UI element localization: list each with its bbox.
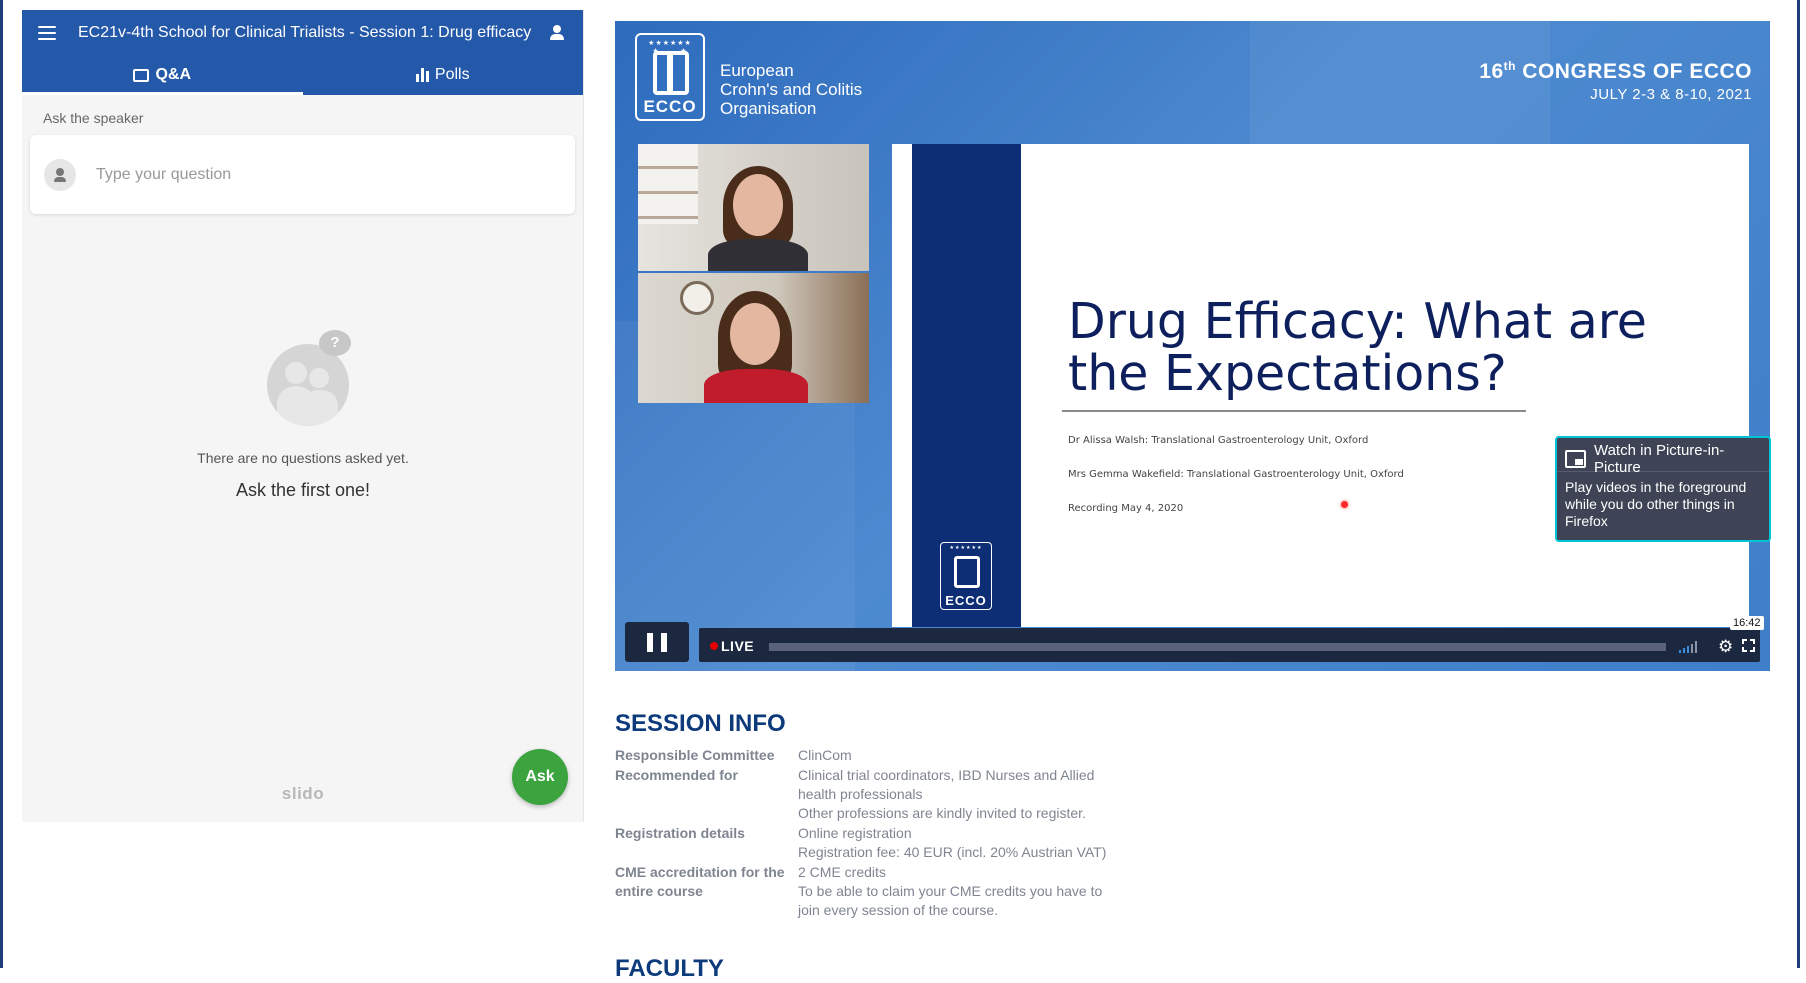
info-label: Recommended for [615,767,738,783]
info-value: To be able to claim your CME credits you… [798,883,1103,918]
tab-polls-label: Polls [434,66,470,83]
volume-icon[interactable] [1679,641,1697,653]
pip-description: Play videos in the foreground while you … [1565,479,1747,529]
slide-divider [1062,410,1526,412]
faculty-heading: FACULTY [615,955,724,982]
slido-title-row: EC21v-4th School for Clinical Trialists … [22,10,583,55]
info-row: Registration details Online registration… [615,824,1108,862]
page-left-border [0,0,3,968]
info-label: CME accreditation for the entire course [615,864,785,899]
slido-panel: EC21v-4th School for Clinical Trialists … [22,10,584,822]
picture-in-picture-icon [1565,449,1586,468]
player-controls: LIVE 16:42 ⚙ [615,616,1770,671]
time-tooltip: 16:42 [1730,616,1764,630]
live-label: LIVE [721,638,755,654]
control-bar: LIVE 16:42 ⚙ [699,616,1764,662]
empty-state-text: There are no questions asked yet. [197,450,409,466]
empty-state-cta: Ask the first one! [235,480,371,500]
organisation-name: European Crohn's and Colitis Organisatio… [720,61,863,118]
event-title: EC21v-4th School for Clinical Trialists … [78,23,532,41]
question-bubble-icon: ? [319,330,351,356]
pip-title: Watch in Picture-in-Picture [1593,441,1725,476]
info-label: Registration details [615,825,745,841]
info-value: 2 CME credits [798,864,886,880]
progress-bar[interactable] [769,643,1666,651]
settings-gear-icon[interactable]: ⚙ [1718,637,1733,657]
info-row: CME accreditation for the entire course … [615,863,1108,920]
speaker-camera-1 [638,144,869,271]
info-value: Clinical trial coordinators, IBD Nurses … [798,767,1095,802]
congress-title: 16th CONGRESS OF ECCO [1479,59,1752,83]
slide-author-2: Mrs Gemma Wakefield: Translational Gastr… [1068,469,1404,480]
laser-pointer [1341,501,1348,508]
slide-ecco-logo: ★★★★★★ ECCO [940,542,992,610]
slido-tabs: Q&A Polls [22,55,583,95]
slide-title: Drug Efficacy: What are the Expectations… [1068,293,1647,402]
info-row: Responsible Committee ClinCom [615,746,1108,765]
pip-header: Watch in Picture-in-Picture [1557,438,1769,476]
chat-bubbles-icon [133,68,150,82]
slido-logo: slido [281,784,325,803]
info-value: Other professions are kindly invited to … [798,805,1086,821]
info-value: Online registration [798,825,912,841]
avatar-icon [44,158,76,191]
info-value: ClinCom [798,747,852,763]
info-label: Responsible Committee [615,747,775,763]
question-input[interactable] [96,165,561,184]
no-questions-illustration-icon: ? [263,330,363,430]
speaker-camera-2 [638,273,869,403]
profile-icon[interactable] [547,23,567,43]
ask-the-speaker-label: Ask the speaker [43,110,144,126]
slide-recording-date: Recording May 4, 2020 [1068,503,1184,514]
slide-author-1: Dr Alissa Walsh: Translational Gastroent… [1068,435,1369,446]
presentation-slide: ★★★★★★ ECCO Drug Efficacy: What are the … [892,144,1749,627]
page-right-margin [1800,0,1806,968]
congress-info: 16th CONGRESS OF ECCO JULY 2-3 & 8-10, 2… [1479,59,1752,103]
live-indicator-icon [710,642,718,650]
question-card[interactable] [30,135,575,214]
pause-button[interactable] [625,622,689,662]
menu-icon[interactable] [38,25,56,40]
info-row: Recommended for Clinical trial coordinat… [615,766,1108,823]
clock-icon [680,281,714,315]
ecco-logo: ★★★★★★ ★ ★ ECCO [635,33,705,121]
tab-polls[interactable]: Polls [303,55,584,95]
congress-dates: JULY 2-3 & 8-10, 2021 [1590,86,1752,103]
fullscreen-icon[interactable] [1742,639,1755,652]
ask-button[interactable]: Ask [512,749,568,805]
slido-header: EC21v-4th School for Clinical Trialists … [22,10,583,95]
tab-qa-label: Q&A [155,66,192,83]
bar-chart-icon [415,68,429,82]
tab-qa[interactable]: Q&A [22,55,303,95]
session-info-table: Responsible Committee ClinCom Recommende… [615,746,1108,921]
info-value: Registration fee: 40 EUR (incl. 20% Aust… [798,844,1107,860]
picture-in-picture-toggle[interactable]: Watch in Picture-in-Picture Play videos … [1555,436,1771,542]
session-info-heading: SESSION INFO [615,710,786,737]
video-player[interactable]: ★★★★★★ ★ ★ ECCO European Crohn's and Coli… [615,21,1770,671]
